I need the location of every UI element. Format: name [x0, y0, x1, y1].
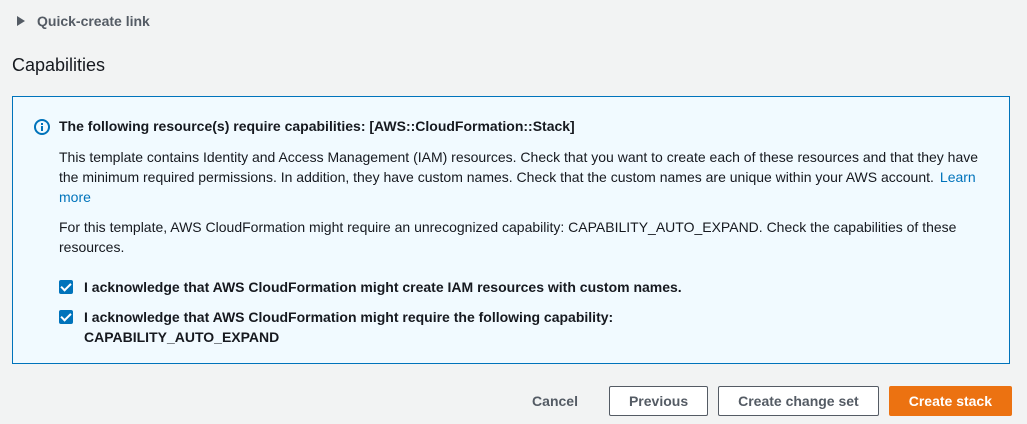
cancel-button[interactable]: Cancel [532, 393, 578, 409]
ack-auto-expand-checkbox[interactable] [59, 310, 73, 324]
iam-resources-text: This template contains Identity and Acce… [59, 149, 979, 185]
ack-iam-checkbox[interactable] [59, 280, 73, 294]
info-heading: The following resource(s) require capabi… [59, 118, 575, 134]
caret-right-icon [17, 16, 25, 26]
ack-auto-expand-text: I acknowledge that AWS CloudFormation mi… [84, 309, 614, 325]
ack-iam-label[interactable]: I acknowledge that AWS CloudFormation mi… [84, 277, 682, 297]
quick-create-link-label: Quick-create link [37, 13, 150, 29]
previous-button[interactable]: Previous [608, 386, 709, 416]
page: Quick-create link Capabilities The follo… [0, 0, 1027, 424]
capabilities-info-alert: The following resource(s) require capabi… [12, 96, 1010, 364]
auto-expand-paragraph: For this template, AWS CloudFormation mi… [59, 219, 957, 255]
ack-auto-expand-row: I acknowledge that AWS CloudFormation mi… [59, 307, 613, 347]
ack-auto-expand-label[interactable]: I acknowledge that AWS CloudFormation mi… [84, 307, 613, 347]
capabilities-title: Capabilities [12, 55, 106, 75]
iam-resources-paragraph: This template contains Identity and Acce… [59, 147, 994, 207]
ack-iam-row: I acknowledge that AWS CloudFormation mi… [59, 277, 682, 297]
form-actions: Cancel Previous Create change set Create… [532, 386, 1012, 416]
info-icon [34, 119, 50, 135]
create-change-set-button[interactable]: Create change set [718, 386, 879, 416]
quick-create-link-toggle[interactable]: Quick-create link [17, 12, 150, 30]
create-stack-button[interactable]: Create stack [888, 386, 1012, 416]
ack-auto-expand-capability: CAPABILITY_AUTO_EXPAND [84, 329, 280, 345]
